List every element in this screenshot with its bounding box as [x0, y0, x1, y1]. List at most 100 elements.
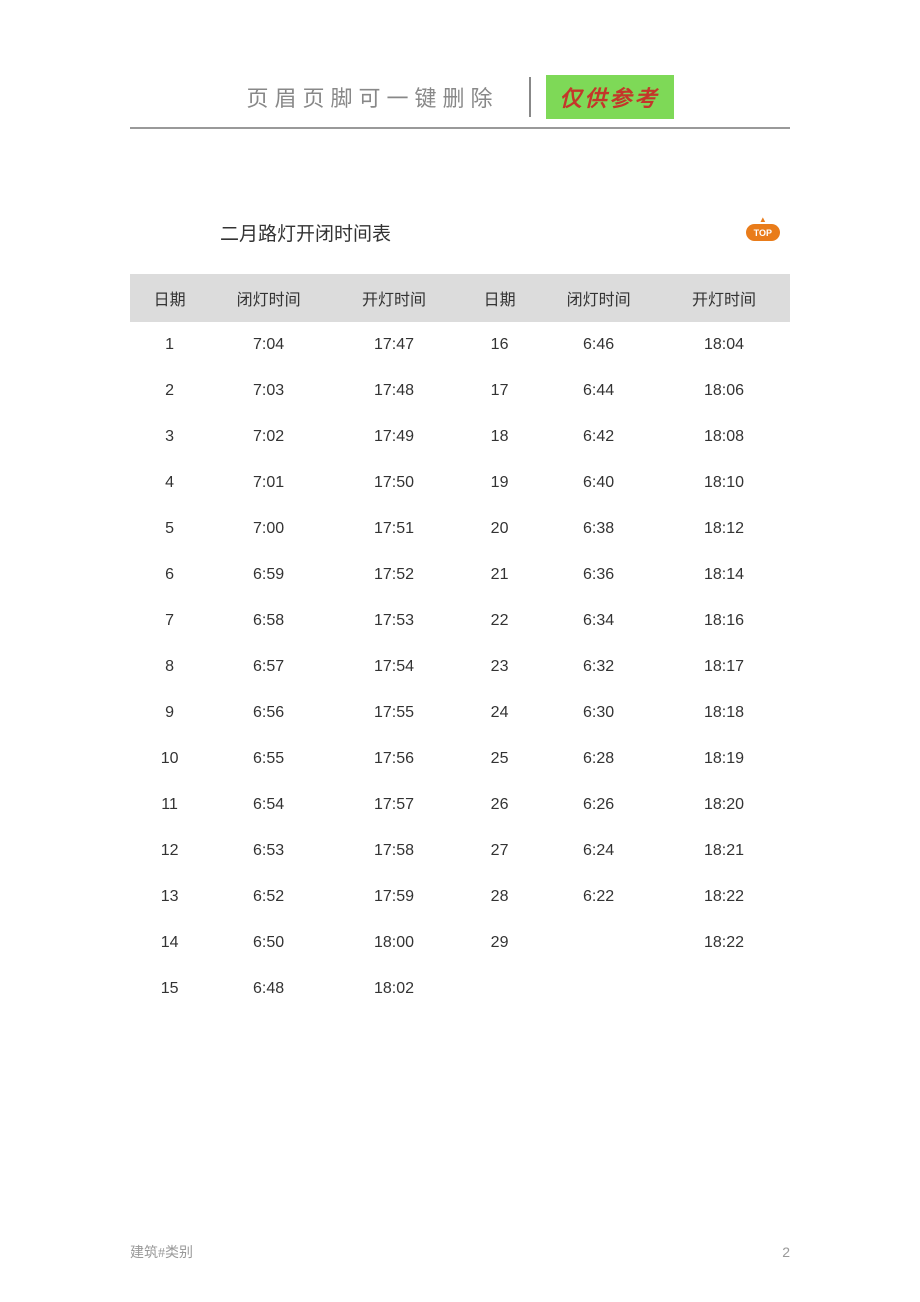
table-cell: 18:14: [658, 552, 790, 598]
table-cell: 6:26: [539, 782, 658, 828]
table-cell: 18:06: [658, 368, 790, 414]
table-cell: 6:48: [209, 966, 328, 1012]
table-row: 17:0417:47166:4618:04: [130, 322, 790, 368]
table-cell: 19: [460, 460, 539, 506]
table-header-row: 日期 闭灯时间 开灯时间 日期 闭灯时间 开灯时间: [130, 274, 790, 322]
table-cell: 6:54: [209, 782, 328, 828]
schedule-table: 日期 闭灯时间 开灯时间 日期 闭灯时间 开灯时间 17:0417:47166:…: [130, 274, 790, 1012]
table-row: 57:0017:51206:3818:12: [130, 506, 790, 552]
table-cell: 7:01: [209, 460, 328, 506]
table-cell: 17:53: [328, 598, 460, 644]
table-cell: 4: [130, 460, 209, 506]
table-cell: 21: [460, 552, 539, 598]
table-cell: 16: [460, 322, 539, 368]
table-cell: 18:22: [658, 874, 790, 920]
table-cell: 7:02: [209, 414, 328, 460]
footer-category: 建筑#类别: [130, 1242, 193, 1262]
table-cell: 8: [130, 644, 209, 690]
table-cell: 6:52: [209, 874, 328, 920]
page-header: 页眉页脚可一键删除 仅供参考: [130, 75, 790, 129]
col-off-time-1: 闭灯时间: [209, 274, 328, 322]
table-cell: 22: [460, 598, 539, 644]
table-cell: 18:16: [658, 598, 790, 644]
table-cell: 18: [460, 414, 539, 460]
table-cell: 17:57: [328, 782, 460, 828]
table-row: 66:5917:52216:3618:14: [130, 552, 790, 598]
footer-page-number: 2: [782, 1244, 790, 1260]
header-divider: [529, 77, 531, 117]
table-row: 76:5817:53226:3418:16: [130, 598, 790, 644]
table-cell: 12: [130, 828, 209, 874]
table-row: 47:0117:50196:4018:10: [130, 460, 790, 506]
table-cell: 15: [130, 966, 209, 1012]
table-row: 27:0317:48176:4418:06: [130, 368, 790, 414]
table-cell: 17:54: [328, 644, 460, 690]
table-cell: 17:50: [328, 460, 460, 506]
table-cell: 3: [130, 414, 209, 460]
table-cell: 18:02: [328, 966, 460, 1012]
table-cell: 7:00: [209, 506, 328, 552]
table-cell: 18:00: [328, 920, 460, 966]
table-cell: 17:52: [328, 552, 460, 598]
table-row: 37:0217:49186:4218:08: [130, 414, 790, 460]
table-cell: 26: [460, 782, 539, 828]
table-cell: 2: [130, 368, 209, 414]
table-cell: [460, 966, 539, 1012]
table-cell: 9: [130, 690, 209, 736]
table-cell: 17:49: [328, 414, 460, 460]
table-cell: 18:04: [658, 322, 790, 368]
table-cell: 17:58: [328, 828, 460, 874]
table-cell: 18:17: [658, 644, 790, 690]
table-cell: 6:44: [539, 368, 658, 414]
table-cell: 6:50: [209, 920, 328, 966]
table-cell: 6:24: [539, 828, 658, 874]
table-cell: 17:59: [328, 874, 460, 920]
table-row: 126:5317:58276:2418:21: [130, 828, 790, 874]
table-cell: 6:46: [539, 322, 658, 368]
header-left-text: 页眉页脚可一键删除: [246, 81, 498, 113]
table-row: 106:5517:56256:2818:19: [130, 736, 790, 782]
table-cell: 10: [130, 736, 209, 782]
table-row: 146:5018:0029 18:22: [130, 920, 790, 966]
table-cell: 6:56: [209, 690, 328, 736]
col-date-1: 日期: [130, 274, 209, 322]
table-cell: 18:22: [658, 920, 790, 966]
col-on-time-2: 开灯时间: [658, 274, 790, 322]
table-cell: 6:34: [539, 598, 658, 644]
table-cell: 29: [460, 920, 539, 966]
title-row: 二月路灯开闭时间表 TOP: [130, 219, 790, 246]
table-cell: 6:42: [539, 414, 658, 460]
table-cell: 1: [130, 322, 209, 368]
table-cell: 6:53: [209, 828, 328, 874]
table-cell: 6:32: [539, 644, 658, 690]
table-row: 96:5617:55246:3018:18: [130, 690, 790, 736]
table-cell: 11: [130, 782, 209, 828]
table-cell: 18:12: [658, 506, 790, 552]
table-cell: 25: [460, 736, 539, 782]
table-cell: 18:21: [658, 828, 790, 874]
table-cell: 7: [130, 598, 209, 644]
table-cell: 28: [460, 874, 539, 920]
table-cell: 5: [130, 506, 209, 552]
table-body: 17:0417:47166:4618:0427:0317:48176:4418:…: [130, 322, 790, 1012]
table-cell: 6:57: [209, 644, 328, 690]
top-icon[interactable]: TOP: [746, 224, 780, 241]
table-cell: 17:48: [328, 368, 460, 414]
table-cell: 6:59: [209, 552, 328, 598]
table-cell: 27: [460, 828, 539, 874]
table-cell: 7:03: [209, 368, 328, 414]
table-cell: 6:38: [539, 506, 658, 552]
table-row: 116:5417:57266:2618:20: [130, 782, 790, 828]
table-cell: 17:47: [328, 322, 460, 368]
table-title: 二月路灯开闭时间表: [145, 219, 746, 246]
table-cell: 24: [460, 690, 539, 736]
table-cell: [539, 920, 658, 966]
table-cell: 6:22: [539, 874, 658, 920]
table-row: 156:4818:02: [130, 966, 790, 1012]
table-cell: 14: [130, 920, 209, 966]
table-cell: 18:18: [658, 690, 790, 736]
table-cell: 18:19: [658, 736, 790, 782]
table-cell: 18:20: [658, 782, 790, 828]
table-row: 136:5217:59286:2218:22: [130, 874, 790, 920]
table-cell: 6:40: [539, 460, 658, 506]
